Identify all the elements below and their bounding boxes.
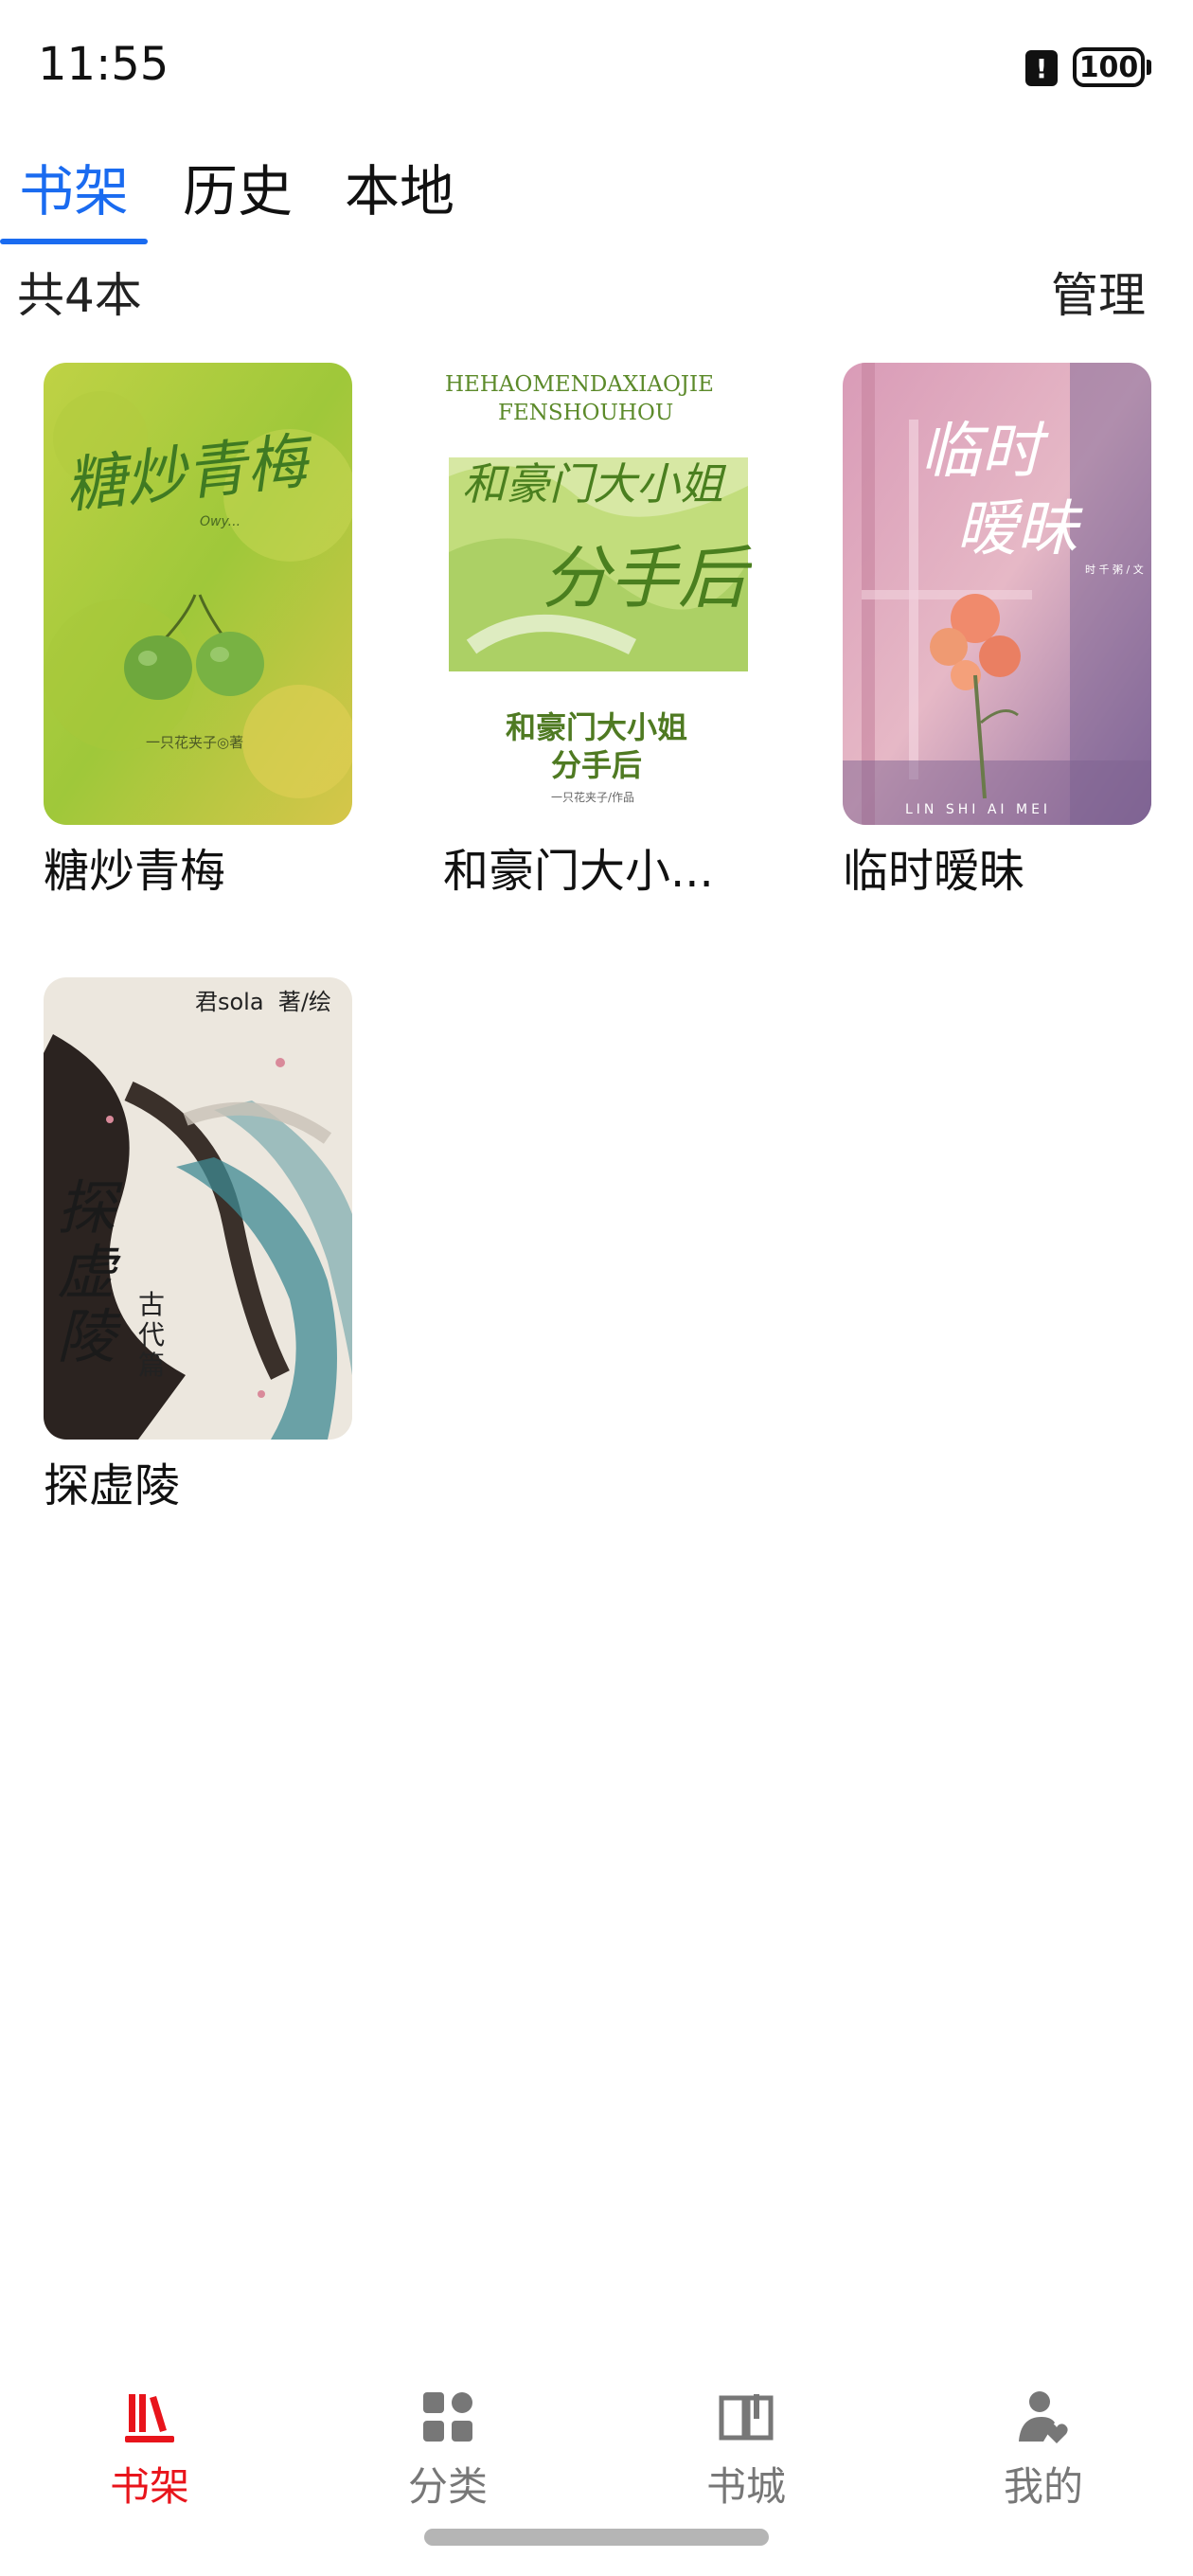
- bookshelf-screen: 11:55 ! 100 书架 历史 本地 共4本 管理 糖炒青梅 Owy... …: [0, 0, 1193, 2576]
- nav-bookstore[interactable]: 书城: [670, 2387, 822, 2513]
- cover-title-1: 临时: [920, 417, 1042, 487]
- book-cover[interactable]: 糖炒青梅 Owy... 一只花夹子◎著: [44, 363, 352, 825]
- nav-label: 我的: [1003, 2463, 1083, 2510]
- cover-pinyin: LIN SHI AI MEI: [905, 802, 1052, 817]
- book-cover[interactable]: 君sola 著/绘 探虚陵 古代篇: [44, 977, 352, 1440]
- book-cover[interactable]: HEHAOMENDAXIAOJIE FENSHOUHOU 和豪门大小姐 分手后 …: [443, 363, 752, 825]
- cover-author: 一只花夹子/作品: [551, 791, 635, 804]
- cover-subtitle-2: 分手后: [551, 747, 643, 783]
- battery-nub: [1147, 60, 1151, 75]
- battery-icon: 100: [1073, 47, 1145, 87]
- status-bar: 11:55 ! 100: [0, 0, 1193, 133]
- nav-label: 分类: [407, 2463, 488, 2510]
- cover-subtitle: 古代篇: [138, 1289, 166, 1381]
- profile-icon: [1019, 2391, 1068, 2443]
- cover-signature: Owy...: [200, 514, 241, 529]
- cover-brush-title-2: 分手后: [542, 538, 747, 617]
- category-icon: [423, 2392, 472, 2442]
- cover-pinyin-line1: HEHAOMENDAXIAOJIE: [445, 372, 714, 397]
- cover-title-2: 暧昧: [956, 494, 1077, 564]
- book-title: 探虚陵: [44, 1459, 181, 1512]
- cover-author: 时 千 粥 / 文: [1085, 564, 1144, 576]
- book-cover[interactable]: 临时 暧昧 时 千 粥 / 文 LIN SHI AI MEI: [843, 363, 1151, 825]
- nav-category[interactable]: 分类: [372, 2387, 524, 2513]
- cover-brush-title-1: 和豪门大小姐: [462, 458, 723, 510]
- tab-history[interactable]: 历史: [183, 147, 293, 226]
- nav-label: 书架: [109, 2463, 189, 2510]
- cover-pinyin-line2: FENSHOUHOU: [498, 401, 674, 425]
- tab-bookshelf[interactable]: 书架: [19, 147, 129, 226]
- open-book-icon: [719, 2394, 774, 2441]
- status-time: 11:55: [38, 38, 169, 91]
- nav-bookshelf[interactable]: 书架: [74, 2387, 225, 2513]
- book-title: 临时暧昧: [843, 845, 1025, 898]
- cover-author: 君sola 著/绘: [195, 989, 331, 1015]
- book-item[interactable]: 君sola 著/绘 探虚陵 古代篇 探虚陵: [44, 977, 352, 1512]
- cover-title: 探虚陵: [57, 1173, 116, 1371]
- book-item[interactable]: 糖炒青梅 Owy... 一只花夹子◎著 糖炒青梅: [44, 363, 352, 898]
- battery-level: 100: [1078, 50, 1139, 84]
- cover-author: 一只花夹子◎著: [146, 734, 244, 751]
- book-item[interactable]: HEHAOMENDAXIAOJIE FENSHOUHOU 和豪门大小姐 分手后 …: [443, 363, 752, 898]
- book-count-label: 共4本: [17, 268, 142, 323]
- bookshelf-icon: [125, 2394, 174, 2442]
- tab-local[interactable]: 本地: [345, 147, 454, 226]
- alert-icon: !: [1025, 50, 1058, 86]
- book-title: 糖炒青梅: [44, 845, 226, 898]
- home-indicator[interactable]: [424, 2529, 769, 2546]
- tab-indicator: [0, 239, 148, 244]
- manage-button[interactable]: 管理: [1051, 258, 1146, 326]
- book-title: 和豪门大小...: [443, 845, 714, 898]
- bottom-nav: 书架 分类 书城 我的: [0, 2377, 1193, 2519]
- nav-profile[interactable]: 我的: [968, 2387, 1119, 2513]
- nav-label: 书城: [705, 2463, 786, 2510]
- book-item[interactable]: 临时 暧昧 时 千 粥 / 文 LIN SHI AI MEI 临时暧昧: [843, 363, 1151, 898]
